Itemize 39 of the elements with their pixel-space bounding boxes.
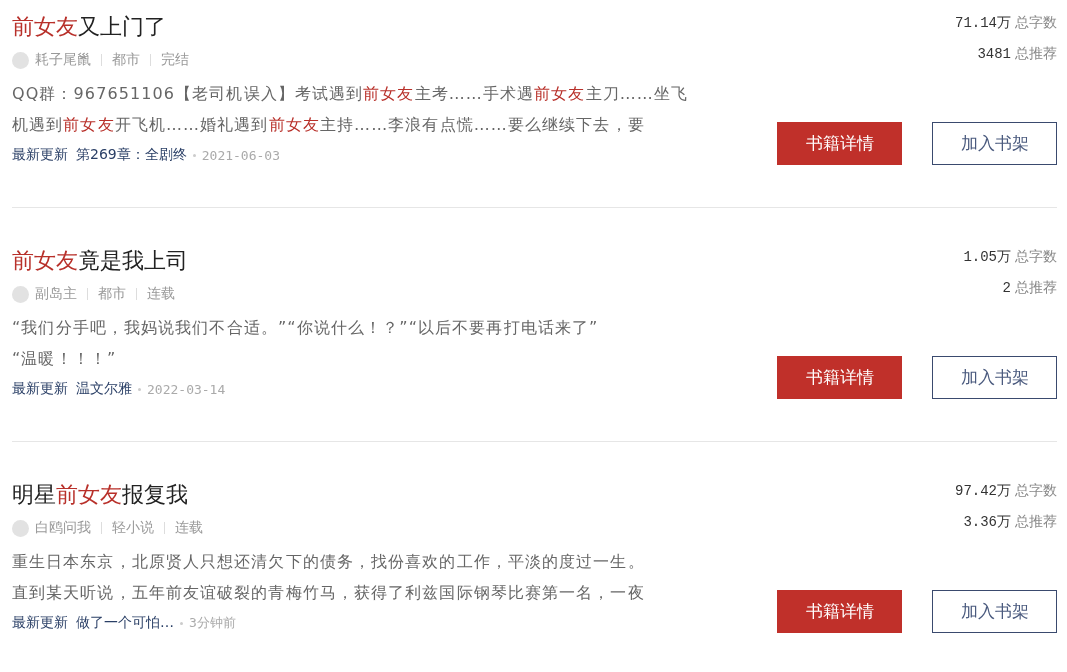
latest-chapter-link[interactable]: 第269章：全剧终 xyxy=(76,146,187,164)
avatar-icon xyxy=(12,285,29,303)
add-to-shelf-button[interactable]: 加入书架 xyxy=(932,356,1057,399)
stat-value: 1.05万 xyxy=(963,249,1011,265)
stat-label: 总推荐 xyxy=(1015,45,1057,61)
latest-chapter-link[interactable]: 做了一个可怕… xyxy=(76,614,174,632)
book-title[interactable]: 前女友又上门了 xyxy=(12,11,166,43)
stat-value: 3.36万 xyxy=(963,514,1011,530)
avatar-icon xyxy=(12,51,29,69)
stat-label: 总字数 xyxy=(1015,482,1057,498)
status-label: 连载 xyxy=(147,285,175,303)
book-description: “我们分手吧，我妈说我们不合适。”“你说什么！？”“以后不要再打电话来了” “温暖！！！” xyxy=(12,317,599,370)
stat-label: 总推荐 xyxy=(1015,513,1057,529)
book-title[interactable]: 明星前女友报复我 xyxy=(12,479,188,511)
update-time: 2022-03-14 xyxy=(147,381,226,397)
latest-update-label: 最新更新 xyxy=(12,146,68,164)
latest-update-label: 最新更新 xyxy=(12,380,68,398)
latest-update-label: 最新更新 xyxy=(12,614,68,632)
details-button[interactable]: 书籍详情 xyxy=(777,356,902,399)
stat-label: 总字数 xyxy=(1015,248,1057,264)
book-title[interactable]: 前女友竟是我上司 xyxy=(12,245,188,277)
update-time: 3分钟前 xyxy=(189,614,236,632)
details-button[interactable]: 书籍详情 xyxy=(777,590,902,633)
book-description: 重生日本东京，北原贤人只想还清欠下的债务，找份喜欢的工作，平淡的度过一生。 直到某天听说，五年前友谊破裂的青梅竹马，获得了利兹国际钢琴比赛第一名，一夜 xyxy=(12,551,645,604)
book-description: QQ群：967651106【老司机误入】考试遇到前女友主考……手术遇前女友主刀……坐飞 机遇到前女友开飞机……婚礼遇到前女友主持……李浪有点慌……要么继续下去，要 xyxy=(12,83,689,136)
stat-label: 总推荐 xyxy=(1015,279,1057,295)
add-to-shelf-button[interactable]: 加入书架 xyxy=(932,122,1057,165)
details-button[interactable]: 书籍详情 xyxy=(777,122,902,165)
stat-value: 97.42万 xyxy=(955,483,1011,499)
stat-value: 3481 xyxy=(977,46,1011,62)
stat-label: 总字数 xyxy=(1015,14,1057,30)
stat-value: 2 xyxy=(1002,280,1011,296)
update-time: 2021-06-03 xyxy=(201,147,280,163)
avatar-icon xyxy=(12,519,29,537)
status-label: 连载 xyxy=(175,519,203,537)
status-label: 完结 xyxy=(161,51,189,69)
stat-value: 71.14万 xyxy=(955,15,1011,31)
add-to-shelf-button[interactable]: 加入书架 xyxy=(932,590,1057,633)
latest-chapter-link[interactable]: 温文尔雅 xyxy=(76,380,132,398)
